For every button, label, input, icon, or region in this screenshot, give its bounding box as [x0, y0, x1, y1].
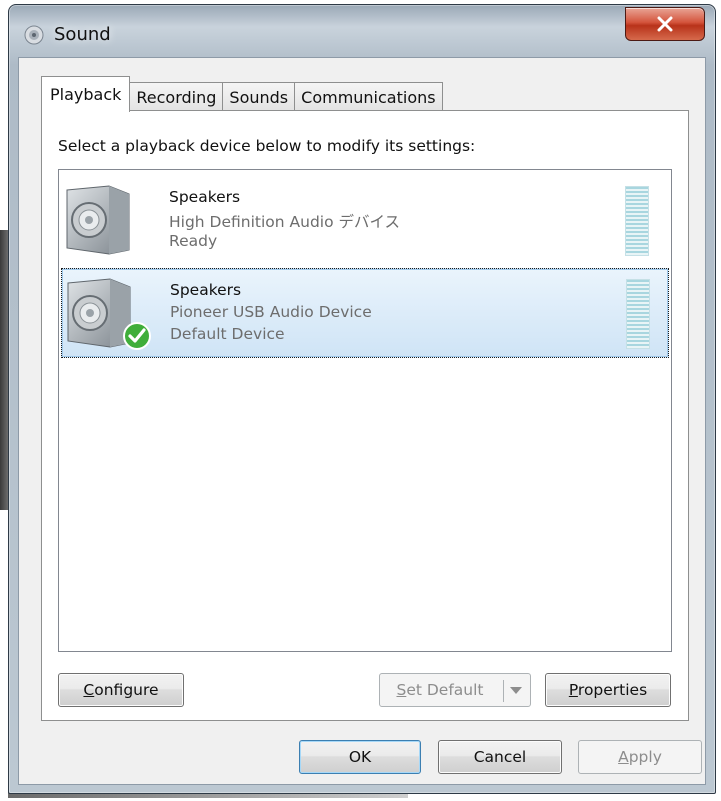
dialog-client-area: Playback Recording Sounds Communications…: [18, 57, 706, 785]
split-separator: [503, 680, 504, 702]
device-item-pioneer-usb-audio[interactable]: Speakers Pioneer USB Audio Device Defaul…: [61, 268, 669, 358]
speaker-icon: [66, 185, 130, 255]
configure-button-label: Configure: [83, 681, 159, 699]
cancel-button-label: Cancel: [473, 748, 527, 766]
configure-button[interactable]: Configure: [58, 673, 184, 707]
device-description: Pioneer USB Audio Device: [170, 303, 372, 321]
tab-recording[interactable]: Recording: [129, 82, 224, 112]
instruction-text: Select a playback device below to modify…: [58, 137, 476, 155]
sound-dialog: Sound Playback Recording Sounds Communic…: [8, 4, 716, 794]
sound-icon: [24, 25, 44, 45]
tab-sounds[interactable]: Sounds: [222, 82, 296, 112]
set-default-button-label: Set Default: [396, 681, 484, 699]
dropdown-arrow-icon[interactable]: [510, 687, 522, 694]
apply-button-label: Apply: [618, 748, 662, 766]
device-name: Speakers: [170, 281, 242, 299]
properties-button[interactable]: Properties: [545, 673, 671, 707]
close-button[interactable]: [625, 7, 705, 41]
title-bar[interactable]: Sound: [9, 5, 715, 57]
playback-device-list[interactable]: Speakers High Definition Audio デバイス Read…: [58, 169, 672, 652]
device-description: High Definition Audio デバイス: [169, 213, 401, 231]
cancel-button[interactable]: Cancel: [438, 740, 562, 774]
ok-button-label: OK: [348, 748, 372, 766]
tab-strip: Playback Recording Sounds Communications: [41, 76, 443, 112]
desktop-shadow: [0, 230, 8, 510]
window-title: Sound: [54, 24, 111, 45]
close-icon: [657, 16, 673, 32]
device-status: Ready: [169, 232, 218, 250]
properties-button-label: Properties: [568, 681, 648, 699]
volume-level-meter: [626, 279, 650, 349]
ok-button[interactable]: OK: [299, 740, 421, 774]
tab-communications[interactable]: Communications: [294, 82, 443, 112]
apply-button[interactable]: Apply: [578, 740, 702, 774]
set-default-button[interactable]: Set Default: [379, 673, 531, 707]
tab-playback[interactable]: Playback: [41, 76, 131, 112]
device-item-high-definition-audio[interactable]: Speakers High Definition Audio デバイス Read…: [61, 176, 669, 266]
device-status: Default Device: [170, 325, 285, 343]
playback-panel: Select a playback device below to modify…: [41, 110, 689, 721]
device-name: Speakers: [169, 188, 241, 206]
checkmark-icon: [123, 322, 151, 350]
volume-level-meter: [625, 186, 649, 256]
